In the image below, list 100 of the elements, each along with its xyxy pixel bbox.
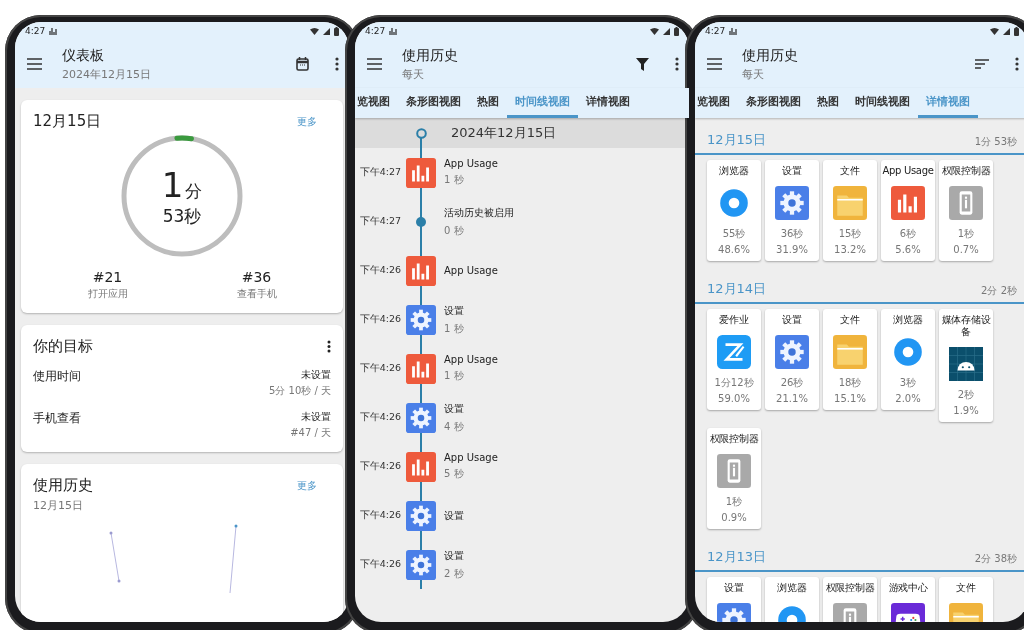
entry-duration: 5 秒 (444, 467, 465, 481)
view-tab[interactable]: 热图 (809, 88, 847, 118)
app-time: 1秒 (725, 495, 743, 509)
app-share: 13.2% (834, 244, 866, 255)
app-card[interactable]: 浏览器 55秒 48.6% (707, 160, 761, 261)
section-date: 12月14日 (707, 280, 767, 298)
entry-name[interactable]: App Usage (444, 265, 689, 276)
app-card[interactable]: 权限控制器 (823, 577, 877, 622)
app-card[interactable]: 游戏中心 (881, 577, 935, 622)
app-card[interactable]: 权限控制器 1秒 0.9% (707, 428, 761, 529)
bar-chart-icon (406, 353, 436, 384)
entry-name[interactable]: 设置 (444, 401, 689, 416)
ring-icon (717, 186, 751, 220)
status-time: 4:27 (365, 26, 386, 36)
usage-minutes: 1 (161, 164, 184, 205)
app-card[interactable]: 爱作业 1分12秒 59.0% (707, 309, 761, 410)
app-card[interactable]: 设置 36秒 31.9% (765, 160, 819, 261)
menu-icon[interactable] (707, 58, 722, 70)
entry-duration: 1 秒 (444, 173, 465, 187)
app-time: 3秒 (899, 376, 917, 390)
entry-time: 下午4:26 (358, 313, 402, 326)
app-name: 游戏中心 (888, 582, 928, 594)
app-name: 权限控制器 (941, 165, 991, 177)
more-icon[interactable] (1015, 57, 1019, 71)
app-name: 权限控制器 (709, 433, 759, 445)
screen-subtitle: 2024年12月15日 (62, 66, 152, 82)
app-card[interactable]: 浏览器 (765, 577, 819, 622)
app-name: 浏览器 (893, 314, 923, 326)
notification-icon (729, 27, 738, 35)
more-icon[interactable] (327, 340, 331, 353)
app-name: 文件 (840, 165, 860, 177)
entry-duration: 2 秒 (444, 566, 465, 581)
menu-icon[interactable] (27, 58, 42, 70)
app-card[interactable]: 设置 (707, 577, 761, 622)
view-tab[interactable]: 热图 (469, 88, 507, 118)
timeline-node (415, 127, 427, 139)
sort-icon[interactable] (975, 59, 989, 69)
entry-name[interactable]: App Usage (444, 158, 689, 169)
app-name: 浏览器 (719, 165, 749, 177)
menu-icon[interactable] (367, 58, 382, 70)
wifi-icon (650, 27, 659, 35)
folder-icon (833, 186, 867, 220)
screen-title: 使用历史 (402, 46, 459, 65)
timeline-dot (416, 216, 426, 227)
signal-icon (1003, 27, 1010, 35)
app-share: 0.9% (721, 512, 747, 523)
status-time: 4:27 (705, 26, 726, 36)
entry-name[interactable]: 设置 (444, 548, 689, 563)
usage-seconds: 53秒 (162, 204, 202, 228)
goal-status: 未设置 (301, 410, 331, 424)
view-tab[interactable]: 时间线视图 (847, 88, 918, 118)
card-date: 12月15日 (33, 112, 102, 131)
app-time: 1分12秒 (714, 376, 754, 390)
app-share: 59.0% (718, 393, 750, 404)
more-link[interactable]: 更多 (297, 478, 317, 493)
filter-icon[interactable] (636, 57, 649, 71)
entry-duration: 0 秒 (444, 223, 465, 238)
more-icon[interactable] (335, 57, 339, 71)
stat-label: 打开应用 (87, 287, 128, 301)
phone-info-icon (949, 186, 983, 220)
app-share: 21.1% (776, 393, 808, 404)
app-card[interactable]: 文件 (939, 577, 993, 622)
card-date: 12月15日 (33, 498, 84, 513)
gear-icon (775, 186, 809, 220)
app-name: 爱作业 (719, 314, 749, 326)
entry-name[interactable]: 活动历史被启用 (444, 205, 689, 220)
calendar-icon[interactable] (296, 57, 309, 71)
app-time: 2秒 (957, 388, 975, 402)
app-card[interactable]: 文件 15秒 13.2% (823, 160, 877, 261)
view-tab[interactable]: 览视图 (695, 88, 738, 118)
entry-name[interactable]: App Usage (444, 354, 689, 365)
entry-name[interactable]: 设置 (444, 508, 689, 523)
view-tab[interactable]: 详情视图 (578, 88, 638, 118)
app-card[interactable]: App Usage 6秒 5.6% (881, 160, 935, 261)
app-card[interactable]: 浏览器 3秒 2.0% (881, 309, 935, 410)
app-time: 55秒 (722, 227, 746, 241)
app-share: 31.9% (776, 244, 808, 255)
view-tab[interactable]: 条形图视图 (738, 88, 809, 118)
app-card[interactable]: 权限控制器 1秒 0.7% (939, 160, 993, 261)
folder-icon (833, 335, 867, 369)
gear-icon (406, 500, 436, 531)
bar-chart-icon (891, 186, 925, 220)
app-share: 0.7% (953, 244, 979, 255)
app-card[interactable]: 媒体存储设备 2秒 1.9% (939, 309, 993, 422)
entry-time: 下午4:26 (358, 264, 402, 277)
app-time: 36秒 (780, 227, 804, 241)
more-link[interactable]: 更多 (297, 114, 317, 129)
app-card[interactable]: 文件 18秒 15.1% (823, 309, 877, 410)
more-icon[interactable] (675, 57, 679, 71)
entry-name[interactable]: 设置 (444, 303, 689, 318)
entry-name[interactable]: App Usage (444, 452, 689, 463)
app-share: 15.1% (834, 393, 866, 404)
timeline-date: 2024年12月15日 (451, 124, 558, 142)
app-card[interactable]: 设置 26秒 21.1% (765, 309, 819, 410)
view-tab[interactable]: 条形图视图 (398, 88, 469, 118)
goal-target: 5分 10秒 / 天 (269, 384, 331, 398)
bar-chart-icon (406, 255, 436, 286)
goal-target: #47 / 天 (290, 426, 331, 440)
view-tab[interactable]: 览视图 (355, 88, 398, 118)
bar-chart-icon (406, 451, 436, 482)
